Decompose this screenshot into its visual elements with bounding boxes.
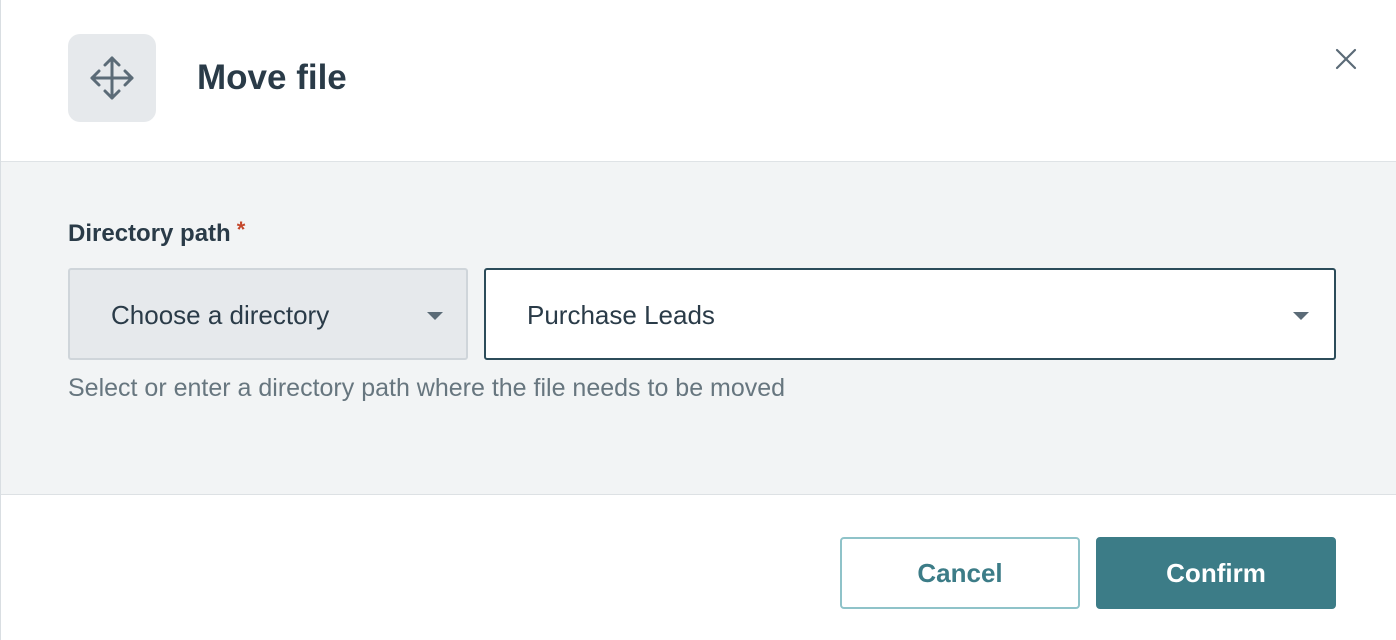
required-marker: *	[236, 217, 246, 242]
directory-path-hint: Select or enter a directory path where t…	[68, 374, 786, 402]
dialog-body: Directory path * Choose a directory Purch…	[1, 162, 1396, 495]
directory-type-select[interactable]: Choose a directory	[68, 268, 468, 360]
move-arrows-icon	[68, 34, 156, 122]
caret-down-icon	[427, 312, 443, 320]
dialog-footer: Cancel Confirm	[1, 495, 1396, 640]
dialog-title: Move file	[197, 58, 347, 97]
directory-type-select-value: Choose a directory	[111, 300, 330, 330]
directory-path-label: Directory path *	[68, 214, 245, 250]
confirm-button[interactable]: Confirm	[1096, 537, 1336, 609]
directory-path-select[interactable]: Purchase Leads	[484, 268, 1336, 360]
caret-down-icon	[1293, 312, 1309, 320]
move-file-dialog: Move file Directory path * Choose a direc…	[0, 0, 1396, 640]
directory-path-select-value: Purchase Leads	[527, 300, 715, 330]
close-icon[interactable]	[1327, 40, 1365, 78]
directory-path-label-text: Directory path	[68, 220, 231, 247]
cancel-button[interactable]: Cancel	[840, 537, 1080, 609]
dialog-header: Move file	[1, 0, 1396, 162]
